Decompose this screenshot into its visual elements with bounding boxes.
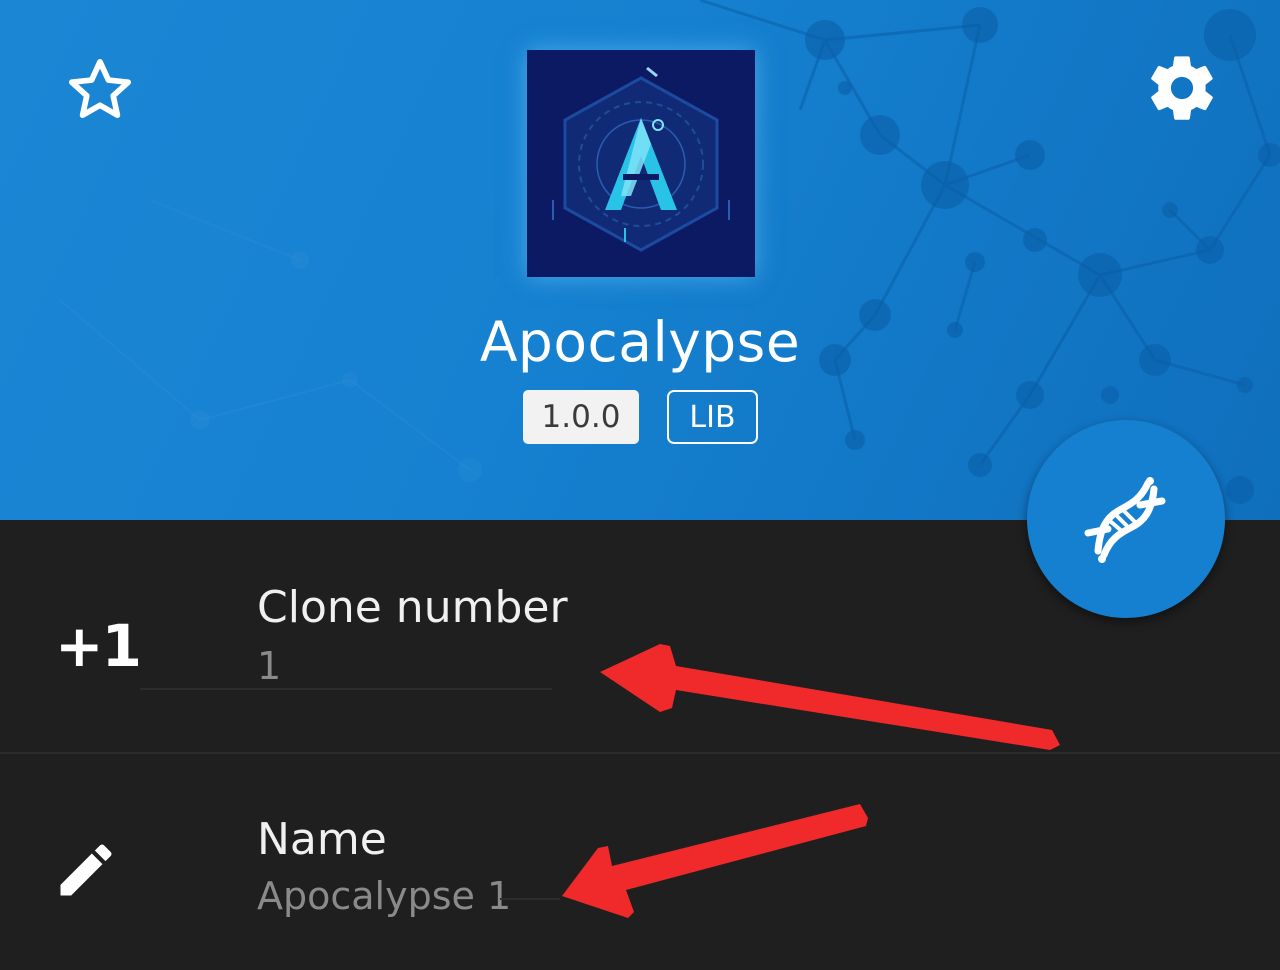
clone-number-label: Clone number [257, 582, 568, 633]
star-outline-icon [68, 58, 132, 119]
dna-icon [1084, 477, 1166, 563]
app-icon [527, 50, 755, 277]
name-underline [500, 898, 560, 900]
favorite-button[interactable] [52, 42, 148, 138]
app-name: Apocalypse [479, 310, 801, 374]
name-label: Name [257, 814, 387, 865]
plus-one-icon: +1 [55, 612, 142, 680]
clone-number-underline [140, 688, 552, 690]
pencil-icon [60, 844, 112, 896]
clone-number-input[interactable] [257, 644, 557, 688]
gear-icon [1151, 56, 1213, 120]
app-clone-screen: Apocalypse 1.0.0 LIB +1 Clone number Nam… [0, 0, 1280, 970]
name-row[interactable]: Name [0, 754, 1280, 970]
apocalypse-logo-icon [552, 66, 730, 252]
clone-fab-button[interactable] [1027, 420, 1225, 618]
version-badge: 1.0.0 [523, 390, 639, 444]
settings-button[interactable] [1134, 40, 1230, 136]
type-badge: LIB [667, 390, 758, 444]
name-input[interactable] [257, 874, 557, 918]
